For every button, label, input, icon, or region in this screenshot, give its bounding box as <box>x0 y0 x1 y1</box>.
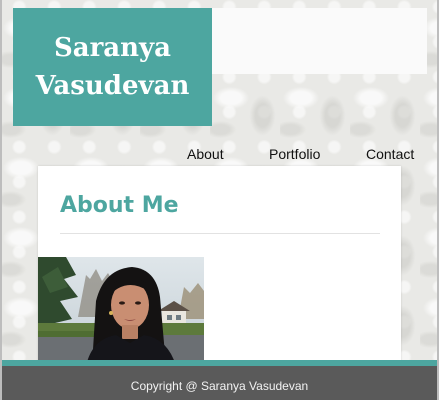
about-card: About Me <box>38 166 401 366</box>
site-logo[interactable]: Saranya Vasudevan <box>13 8 212 126</box>
copyright-text: Copyright @ Saranya Vasudevan <box>130 379 309 393</box>
main-nav: About Portfolio Contact <box>0 146 439 166</box>
site-title-line2: Vasudevan <box>35 71 190 101</box>
section-divider <box>60 233 380 234</box>
nav-link-contact[interactable]: Contact <box>366 146 414 162</box>
site-title-line1: Saranya <box>53 33 172 63</box>
footer: Copyright @ Saranya Vasudevan <box>0 366 439 400</box>
nav-link-about[interactable]: About <box>187 146 224 162</box>
site-title: Saranya Vasudevan <box>18 29 208 105</box>
section-title: About Me <box>60 193 179 218</box>
profile-photo <box>38 257 204 366</box>
nav-link-portfolio[interactable]: Portfolio <box>269 146 320 162</box>
